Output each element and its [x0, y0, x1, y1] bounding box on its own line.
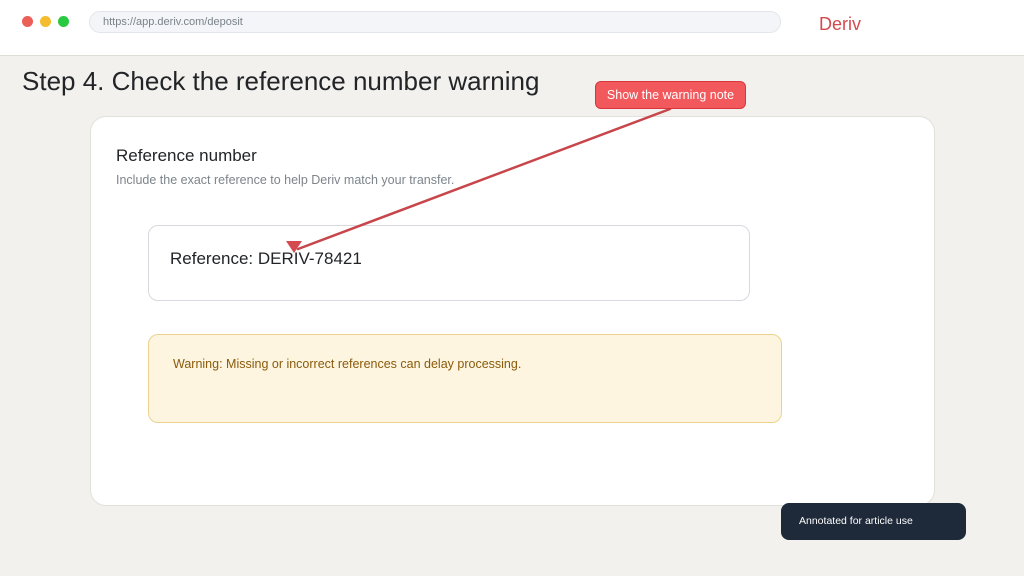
step-title: Step 4. Check the reference number warni…	[22, 66, 540, 96]
card-subtitle: Include the exact reference to help Deri…	[116, 173, 455, 187]
warning-note: Warning: Missing or incorrect references…	[148, 334, 782, 423]
reference-box: Reference: DERIV-78421	[148, 225, 750, 301]
address-url: https://app.deriv.com/deposit	[103, 16, 243, 28]
card-title: Reference number	[116, 146, 257, 165]
window-close-dot[interactable]	[22, 16, 33, 27]
brand-label: Deriv	[819, 14, 862, 34]
window-maximize-dot[interactable]	[58, 16, 69, 27]
warning-text: Warning: Missing or incorrect references…	[173, 357, 522, 371]
browser-toolbar: https://app.deriv.com/deposit Deriv	[0, 0, 1024, 56]
address-bar[interactable]: https://app.deriv.com/deposit	[89, 11, 781, 33]
window-minimize-dot[interactable]	[40, 16, 51, 27]
reference-number: Reference: DERIV-78421	[170, 249, 362, 268]
footer-badge: Annotated for article use	[781, 503, 966, 540]
reference-card: Reference number Include the exact refer…	[90, 116, 935, 506]
annotation-callout: Show the warning note	[595, 81, 746, 109]
